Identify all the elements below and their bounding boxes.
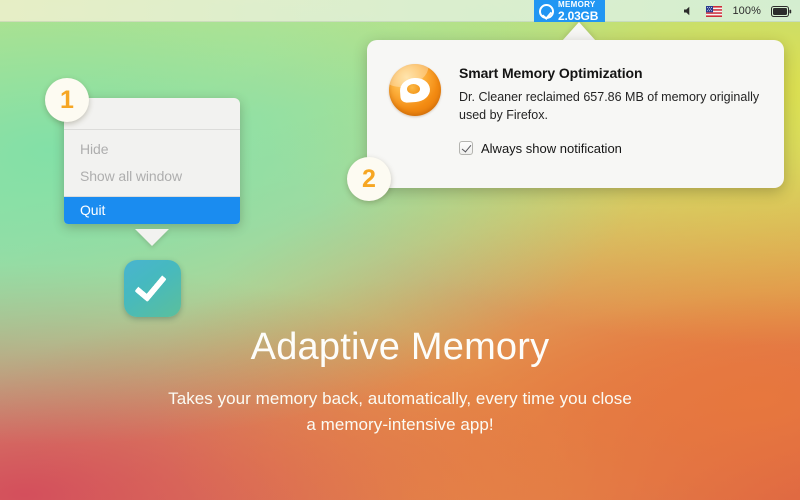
menu-item-show-all-window[interactable]: Show all window xyxy=(64,163,240,190)
memory-status-badge[interactable]: MEMORY 2.03GB xyxy=(534,0,606,23)
always-show-notification-checkbox[interactable] xyxy=(459,141,473,155)
desktop-screen: 100% MEMORY 2.03GB Smart Memory Optimiza… xyxy=(0,0,800,500)
notification-pointer-tail xyxy=(562,22,596,41)
volume-icon[interactable] xyxy=(683,5,696,17)
dock-context-menu: Hide Show all window Quit xyxy=(64,98,240,224)
notification-title: Smart Memory Optimization xyxy=(459,65,643,81)
context-menu-pointer-tail xyxy=(135,229,169,246)
memory-badge-value: 2.03GB xyxy=(558,8,599,23)
menu-item-hide[interactable]: Hide xyxy=(64,136,240,163)
notification-popup: Smart Memory Optimization Dr. Cleaner re… xyxy=(367,40,784,188)
menu-bar-status-area: 100% xyxy=(683,0,792,22)
memory-badge-text: MEMORY 2.03GB xyxy=(558,0,599,23)
notification-description: Dr. Cleaner reclaimed 657.86 MB of memor… xyxy=(459,90,760,122)
dr-cleaner-app-icon xyxy=(389,64,441,116)
input-language-flag-icon[interactable] xyxy=(706,5,723,17)
dr-cleaner-pupil-shape xyxy=(407,84,420,94)
battery-percentage: 100% xyxy=(732,5,761,17)
context-menu-top-padding xyxy=(64,98,240,129)
battery-icon[interactable] xyxy=(771,5,792,17)
always-show-notification-row[interactable]: Always show notification xyxy=(459,141,762,156)
menu-item-quit[interactable]: Quit xyxy=(64,197,240,224)
memory-badge-label: MEMORY xyxy=(558,0,596,9)
menu-bar: 100% MEMORY 2.03GB xyxy=(0,0,800,22)
circle-check-icon xyxy=(539,3,554,19)
step-badge-1: 1 xyxy=(45,78,89,122)
checkmark-icon xyxy=(133,268,167,303)
step-badge-2: 2 xyxy=(347,157,391,201)
dr-cleaner-checkmark-icon[interactable] xyxy=(124,260,181,317)
always-show-notification-label: Always show notification xyxy=(481,140,622,156)
